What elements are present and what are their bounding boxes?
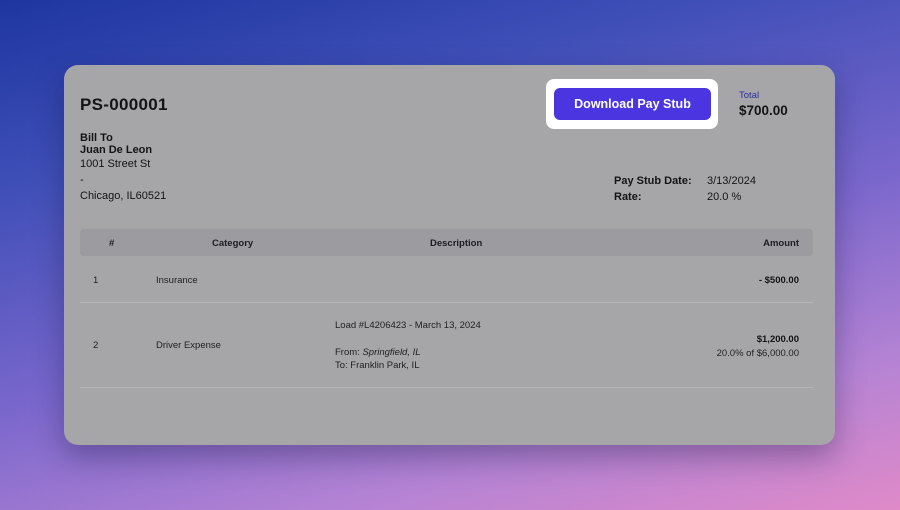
from-value: Springfield, IL [362,346,421,358]
row-amount-note: 20.0% of $6,000.00 [716,347,799,359]
rate-label: Rate: [614,191,642,203]
pay-stub-id: PS-000001 [80,95,168,114]
row-amount: - $500.00 [758,275,799,286]
total-label: Total [739,90,760,101]
header-number: # [109,238,115,249]
load-line: Load #L4206423 - March 13, 2024 [335,320,481,331]
bill-to-line2: - [80,174,84,186]
download-pay-stub-button[interactable]: Download Pay Stub [554,88,711,120]
bill-to-heading: Bill To [80,132,113,144]
bill-to-street: 1001 Street St [80,158,151,170]
header-category: Category [212,238,254,249]
row-amount-block: $1,200.00 20.0% of $6,000.00 [717,333,799,360]
bill-to-name: Juan De Leon [80,143,153,156]
header-amount: Amount [763,238,799,249]
download-highlight: Download Pay Stub [546,79,718,129]
table-row: 1 Insurance - $500.00 [80,256,813,303]
row-number: 1 [93,275,99,286]
row-category: Driver Expense [156,340,221,351]
to-line: To: Franklin Park, IL [335,360,420,371]
rate-value: 20.0 % [707,191,742,203]
table-row: 2 Driver Expense Load #L4206423 - March … [80,303,813,388]
header-description: Description [430,238,483,249]
stub-meta: Pay Stub Date: 3/13/2024 Rate: 20.0 % [614,173,756,205]
row-description: Load #L4206423 - March 13, 2024 From: Sp… [335,319,481,373]
table-header: # Category Description Amount [80,229,813,256]
bill-to-city: Chicago, IL60521 [80,190,167,202]
pay-stub-card: PS-000001 Download Pay Stub Total $700.0… [64,65,835,445]
pay-stub-date-label: Pay Stub Date: [614,175,692,187]
pay-stub-date-value: 3/13/2024 [707,175,756,187]
from-label: From: [335,346,360,358]
bill-to-block: Bill To Juan De Leon 1001 Street St - Ch… [80,132,167,204]
row-category: Insurance [156,275,198,286]
row-number: 2 [93,340,99,351]
total-value: $700.00 [739,103,788,118]
row-amount: $1,200.00 [756,334,799,345]
